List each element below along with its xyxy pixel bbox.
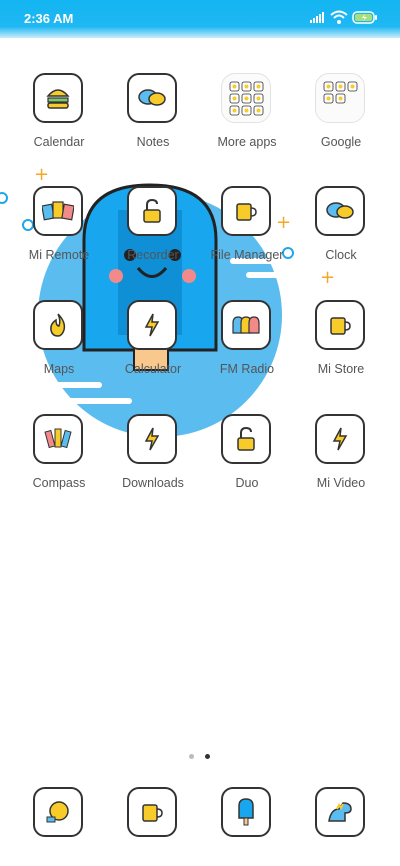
home-app-grid: Calendar Notes More apps Google Mi Remot… [0, 0, 400, 866]
app-calculator[interactable]: Calculator [106, 300, 200, 410]
ghosts-icon [221, 300, 271, 350]
app-fm-radio[interactable]: FM Radio [200, 300, 294, 410]
page-dot-active[interactable] [205, 754, 211, 759]
app-label: Notes [136, 135, 170, 149]
padlock-icon [127, 186, 177, 236]
app-label: Mi Store [317, 362, 365, 376]
app-compass[interactable]: Compass [12, 414, 106, 524]
chat-bubbles-icon [315, 186, 365, 236]
app-label: Compass [32, 476, 86, 490]
lightning-icon [127, 414, 177, 464]
app-file-manager[interactable]: File Manager [200, 186, 294, 296]
flame-icon [33, 300, 83, 350]
dock-app-3[interactable] [200, 787, 294, 843]
popsicle-icon [221, 787, 271, 837]
app-mi-remote[interactable]: Mi Remote [12, 186, 106, 296]
app-mi-video[interactable]: Mi Video [294, 414, 388, 524]
cards-icon [33, 186, 83, 236]
dinosaur-icon [315, 787, 365, 837]
app-mi-store[interactable]: Mi Store [294, 300, 388, 410]
app-label: Mi Video [316, 476, 366, 490]
app-recorder[interactable]: Recorder [106, 186, 200, 296]
app-label: FM Radio [219, 362, 275, 376]
app-label: Google [320, 135, 362, 149]
app-label: Maps [43, 362, 75, 376]
app-label: More apps [217, 135, 277, 149]
app-duo[interactable]: Duo [200, 414, 294, 524]
page-indicator [189, 746, 217, 764]
app-label: Calculator [124, 362, 182, 376]
app-label: File Manager [210, 248, 284, 262]
app-maps[interactable]: Maps [12, 300, 106, 410]
page-dot-inactive[interactable] [189, 754, 194, 759]
dock-app-1[interactable] [12, 787, 106, 843]
lightning-icon [315, 414, 365, 464]
app-label: Duo [235, 476, 259, 490]
app-label: Calendar [33, 135, 85, 149]
padlock-icon [221, 414, 271, 464]
app-label: Clock [325, 248, 357, 262]
folder-more-apps[interactable]: More apps [200, 73, 294, 183]
app-calendar[interactable]: Calendar [12, 73, 106, 183]
burger-icon [33, 73, 83, 123]
folder-grid-icon [221, 73, 271, 123]
folder-google[interactable]: Google [294, 73, 388, 183]
dock-app-2[interactable] [106, 787, 200, 843]
mug-icon [315, 300, 365, 350]
app-label: Mi Remote [28, 248, 90, 262]
app-label: Downloads [122, 476, 184, 490]
app-label: Recorder [127, 248, 179, 262]
mug-icon [221, 186, 271, 236]
speech-bubble-icon [33, 787, 83, 837]
dock-app-4[interactable] [294, 787, 388, 843]
folder-grid-icon [315, 73, 365, 123]
chat-bubbles-icon [127, 73, 177, 123]
crayons-icon [33, 414, 83, 464]
mug-icon [127, 787, 177, 837]
app-downloads[interactable]: Downloads [106, 414, 200, 524]
lightning-icon [127, 300, 177, 350]
app-clock[interactable]: Clock [294, 186, 388, 296]
app-notes[interactable]: Notes [106, 73, 200, 183]
